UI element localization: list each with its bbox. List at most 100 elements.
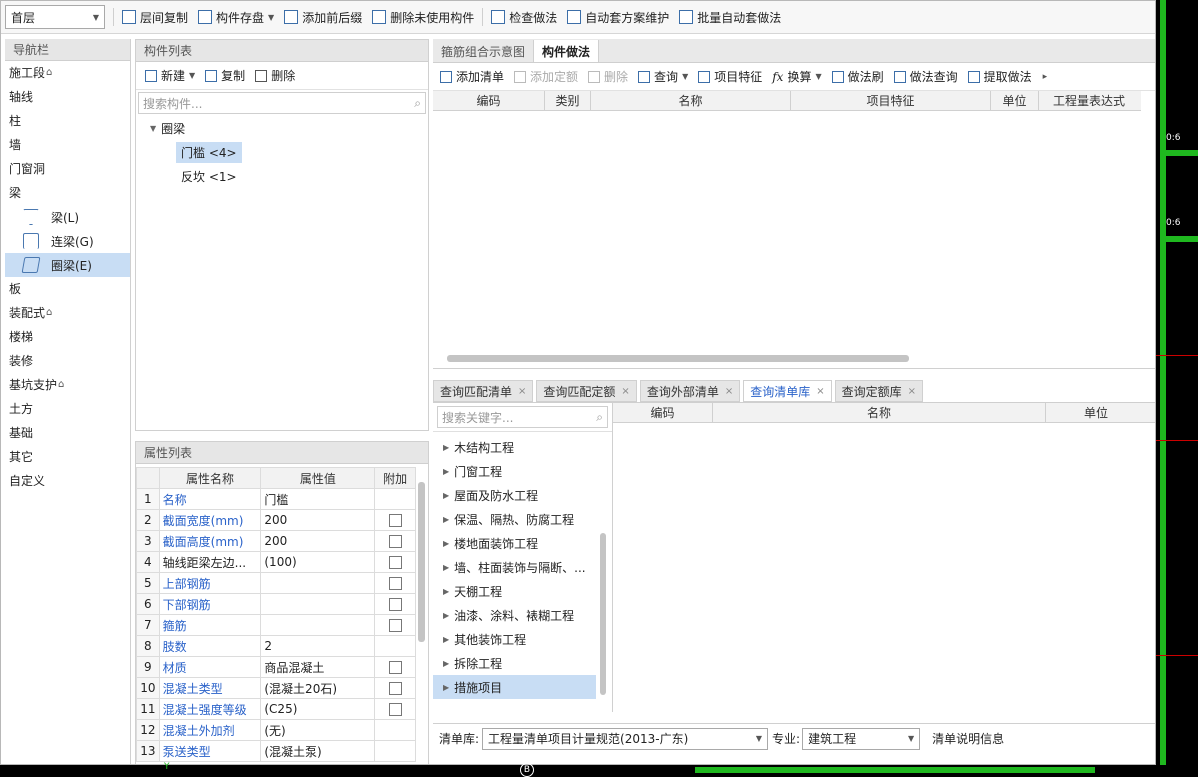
close-icon[interactable]: × xyxy=(908,386,916,397)
component-search[interactable]: 搜索构件... ⌕ xyxy=(138,92,426,114)
tab-list-library[interactable]: 查询清单库 × xyxy=(743,380,832,402)
brush-button[interactable]: 做法刷 xyxy=(827,65,889,89)
nav-item[interactable]: 自定义 xyxy=(5,469,130,493)
extra-checkbox[interactable] xyxy=(388,556,402,569)
nav-item[interactable]: 装修 xyxy=(5,349,130,373)
extra-checkbox[interactable] xyxy=(388,577,402,590)
feature-button[interactable]: 项目特征 xyxy=(693,65,767,89)
expand-icon[interactable]: ▶ xyxy=(443,683,449,692)
tab-component-method[interactable]: 构件做法 xyxy=(534,40,600,62)
add-prefix-button[interactable]: 添加前后缀 xyxy=(279,5,367,29)
property-row[interactable]: 5 上部钢筋 xyxy=(136,572,416,594)
close-icon[interactable]: × xyxy=(725,386,733,397)
library-tree-item[interactable]: ▶ 保温、隔热、防腐工程 xyxy=(433,507,596,531)
extra-checkbox[interactable] xyxy=(388,703,402,716)
expand-icon[interactable]: ▶ xyxy=(443,587,449,596)
property-value[interactable]: 商品混凝土 xyxy=(260,656,376,678)
add-list-button[interactable]: 添加清单 xyxy=(435,65,509,89)
library-tree-item[interactable]: ▶ 墙、柱面装饰与隔断、... xyxy=(433,555,596,579)
expand-icon[interactable]: ▶ xyxy=(443,443,449,452)
library-select[interactable]: 工程量清单项目计量规范(2013-广东) ▼ xyxy=(482,727,769,750)
library-search[interactable]: 搜索关键字... ⌕ xyxy=(437,406,608,428)
copy-component-button[interactable]: 复制 xyxy=(200,64,250,88)
calc-button[interactable]: fx 换算 ▼ xyxy=(767,65,826,89)
property-value[interactable]: 200 xyxy=(260,530,376,552)
expand-icon[interactable]: ▶ xyxy=(443,491,449,500)
property-row[interactable]: 12 混凝土外加剂 (无) xyxy=(136,719,416,741)
property-value[interactable]: 门槛 xyxy=(260,488,376,510)
query-button[interactable]: 查询 ▼ xyxy=(633,65,693,89)
tab-match-list[interactable]: 查询匹配清单 × xyxy=(433,380,534,402)
extra-checkbox[interactable] xyxy=(388,598,402,611)
extra-checkbox[interactable] xyxy=(388,661,402,674)
tree-item[interactable]: 门槛 <4> xyxy=(136,140,428,164)
property-row[interactable]: 11 混凝土强度等级 (C25) xyxy=(136,698,416,720)
expand-icon[interactable]: ▶ xyxy=(443,539,449,548)
property-row[interactable]: 13 泵送类型 (混凝土泵) xyxy=(136,740,416,762)
property-value[interactable] xyxy=(260,572,376,594)
delete-component-button[interactable]: 删除 xyxy=(250,64,300,88)
expand-icon[interactable]: ▶ xyxy=(443,635,449,644)
nav-subitem[interactable]: 圈梁(E) xyxy=(5,253,130,277)
copy-floor-button[interactable]: 层间复制 xyxy=(117,5,193,29)
extra-checkbox[interactable] xyxy=(388,514,402,527)
nav-subitem[interactable]: 连梁(G) xyxy=(5,229,130,253)
tab-quota-library[interactable]: 查询定额库 × xyxy=(834,380,924,402)
tab-match-quota[interactable]: 查询匹配定额 × xyxy=(536,380,637,402)
property-row[interactable]: 10 混凝土类型 (混凝土20石) xyxy=(136,677,416,699)
cad-viewport[interactable]: 0:6 0:6 xyxy=(1156,0,1198,775)
query-method-button[interactable]: 做法查询 xyxy=(889,65,963,89)
close-icon[interactable]: × xyxy=(816,386,824,397)
library-tree-item[interactable]: ▶ 屋面及防水工程 xyxy=(433,483,596,507)
close-icon[interactable]: × xyxy=(518,386,526,397)
nav-item[interactable]: 其它 xyxy=(5,445,130,469)
library-tree-item[interactable]: ▶ 措施项目 xyxy=(433,675,596,699)
nav-item[interactable]: 楼梯 xyxy=(5,325,130,349)
horizontal-scrollbar[interactable] xyxy=(447,355,909,362)
nav-item[interactable]: 基础 xyxy=(5,421,130,445)
property-value[interactable]: 2 xyxy=(260,635,376,657)
add-quota-button[interactable]: 添加定额 xyxy=(509,65,583,89)
expand-icon[interactable]: ▶ xyxy=(443,659,449,668)
property-row[interactable]: 3 截面高度(mm) 200 xyxy=(136,530,416,552)
check-method-button[interactable]: 检查做法 xyxy=(486,5,562,29)
property-value[interactable]: (C25) xyxy=(260,698,376,720)
library-tree-item[interactable]: ▶ 油漆、涂料、裱糊工程 xyxy=(433,603,596,627)
property-row[interactable]: 7 箍筋 xyxy=(136,614,416,636)
property-value[interactable]: (混凝土泵) xyxy=(260,740,376,762)
expand-icon[interactable]: ▶ xyxy=(443,467,449,476)
delete-method-button[interactable]: 删除 xyxy=(583,65,633,89)
expand-icon[interactable]: ▶ xyxy=(443,515,449,524)
floor-select[interactable]: 首层 ▼ xyxy=(5,5,105,29)
property-value[interactable] xyxy=(260,593,376,615)
library-tree-item[interactable]: ▶ 楼地面装饰工程 xyxy=(433,531,596,555)
batch-auto-button[interactable]: 批量自动套做法 xyxy=(674,5,786,29)
expand-icon[interactable]: ▶ xyxy=(443,611,449,620)
property-value[interactable]: 200 xyxy=(260,509,376,531)
list-info-link[interactable]: 清单说明信息 xyxy=(932,730,1004,747)
save-component-button[interactable]: 构件存盘 ▼ xyxy=(193,5,279,29)
delete-unused-button[interactable]: 删除未使用构件 xyxy=(367,5,479,29)
extra-checkbox[interactable] xyxy=(388,619,402,632)
library-tree-item[interactable]: ▶ 木结构工程 xyxy=(433,435,596,459)
library-scrollbar[interactable] xyxy=(600,533,606,695)
nav-item[interactable]: 梁 xyxy=(5,181,130,205)
nav-item[interactable]: 轴线 xyxy=(5,85,130,109)
library-tree-item[interactable]: ▶ 拆除工程 xyxy=(433,651,596,675)
auto-maintain-button[interactable]: 自动套方案维护 xyxy=(562,5,674,29)
expand-icon[interactable]: ▶ xyxy=(443,563,449,572)
tab-external-list[interactable]: 查询外部清单 × xyxy=(639,380,741,402)
library-tree-item[interactable]: ▶ 门窗工程 xyxy=(433,459,596,483)
more-icon[interactable]: ▸ xyxy=(1043,72,1048,82)
nav-item[interactable]: 柱 xyxy=(5,109,130,133)
nav-item[interactable]: 装配式 ⌂ xyxy=(5,301,130,325)
nav-item[interactable]: 土方 xyxy=(5,397,130,421)
property-row[interactable]: 1 名称 门槛 xyxy=(136,488,416,510)
nav-subitem[interactable]: 梁(L) xyxy=(5,205,130,229)
nav-item[interactable]: 门窗洞 xyxy=(5,157,130,181)
extract-button[interactable]: 提取做法 xyxy=(963,65,1037,89)
extra-checkbox[interactable] xyxy=(388,535,402,548)
property-row[interactable]: 8 肢数 2 xyxy=(136,635,416,657)
property-scrollbar[interactable] xyxy=(418,482,425,642)
tree-group[interactable]: ▼ 圈梁 xyxy=(136,116,428,140)
